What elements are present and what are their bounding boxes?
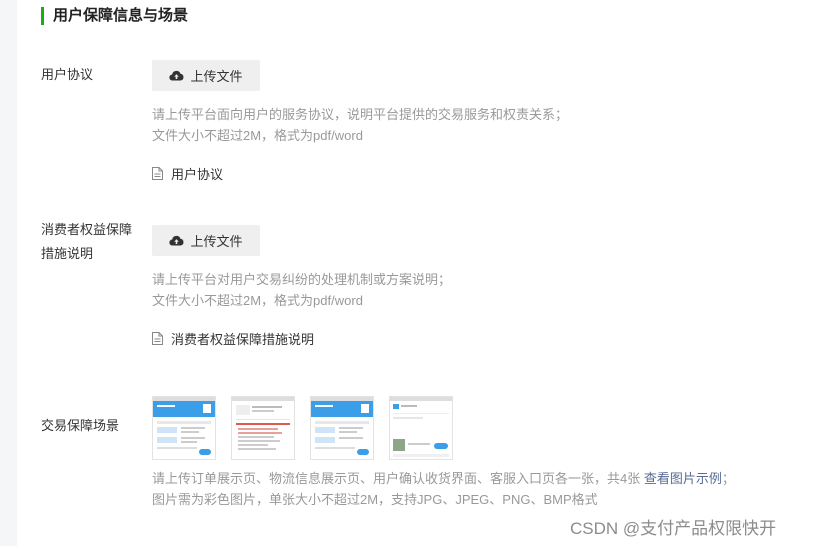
- file-name: 用户协议: [171, 167, 224, 182]
- screenshot-thumbnail-image: [311, 397, 373, 455]
- hint-line: 请上传平台面向用户的服务协议，说明平台提供的交易服务和权责关系；: [152, 107, 569, 122]
- hint-line: 图片需为彩色图片，单张大小不超过2M，支持JPG、JPEG、PNG、BMP格式: [152, 492, 598, 507]
- user-agreement-file[interactable]: 用户协议: [152, 164, 223, 183]
- file-name: 消费者权益保障措施说明: [171, 332, 315, 347]
- hint-text: 请上传订单展示页、物流信息展示页、用户确认收货界面、客服入口页各一张，共4张: [152, 471, 644, 486]
- consumer-rights-hint: 请上传平台对用户交易纠纷的处理机制或方案说明； 文件大小不超过2M，格式为pdf…: [152, 269, 451, 311]
- document-icon: [152, 167, 163, 180]
- label-line: 消费者权益保障: [41, 222, 133, 237]
- document-icon: [152, 332, 163, 345]
- scenes-hint: 请上传订单展示页、物流信息展示页、用户确认收货界面、客服入口页各一张，共4张 查…: [152, 468, 735, 510]
- user-agreement-hint: 请上传平台面向用户的服务协议，说明平台提供的交易服务和权责关系； 文件大小不超过…: [152, 104, 568, 146]
- user-agreement-label: 用户协议: [41, 67, 94, 82]
- consumer-rights-label: 消费者权益保障 措施说明: [41, 218, 132, 266]
- label-line: 措施说明: [41, 246, 94, 261]
- view-example-link[interactable]: 查看图片示例: [644, 471, 722, 486]
- upload-user-agreement-button[interactable]: 上传文件: [152, 60, 260, 91]
- left-strip: [0, 0, 17, 546]
- customer-service-example-thumbnail[interactable]: [389, 396, 453, 460]
- section-title: 用户保障信息与场景: [41, 7, 188, 25]
- cloud-upload-icon: [169, 70, 184, 81]
- hint-line: 文件大小不超过2M，格式为pdf/word: [152, 293, 363, 308]
- cloud-upload-icon: [169, 235, 184, 246]
- watermark: CSDN @支付产品权限快开: [570, 519, 777, 538]
- screenshot-thumbnail-image: [153, 397, 215, 455]
- upload-button-label: 上传文件: [190, 234, 243, 249]
- logistics-page-example-thumbnail[interactable]: [231, 396, 295, 460]
- consumer-rights-file[interactable]: 消费者权益保障措施说明: [152, 329, 314, 348]
- hint-text: ；: [721, 471, 735, 486]
- screenshot-thumbnail-image: [390, 397, 452, 457]
- upload-button-label: 上传文件: [190, 69, 243, 84]
- hint-line: 文件大小不超过2M，格式为pdf/word: [152, 128, 363, 143]
- order-page-example-thumbnail[interactable]: [152, 396, 216, 460]
- scenes-label: 交易保障场景: [41, 418, 120, 433]
- receipt-confirm-example-thumbnail[interactable]: [310, 396, 374, 460]
- screenshot-thumbnail-image: [232, 397, 294, 450]
- hint-line: 请上传订单展示页、物流信息展示页、用户确认收货界面、客服入口页各一张，共4张 查…: [152, 468, 735, 489]
- hint-line: 请上传平台对用户交易纠纷的处理机制或方案说明；: [152, 272, 452, 287]
- upload-consumer-rights-button[interactable]: 上传文件: [152, 225, 260, 256]
